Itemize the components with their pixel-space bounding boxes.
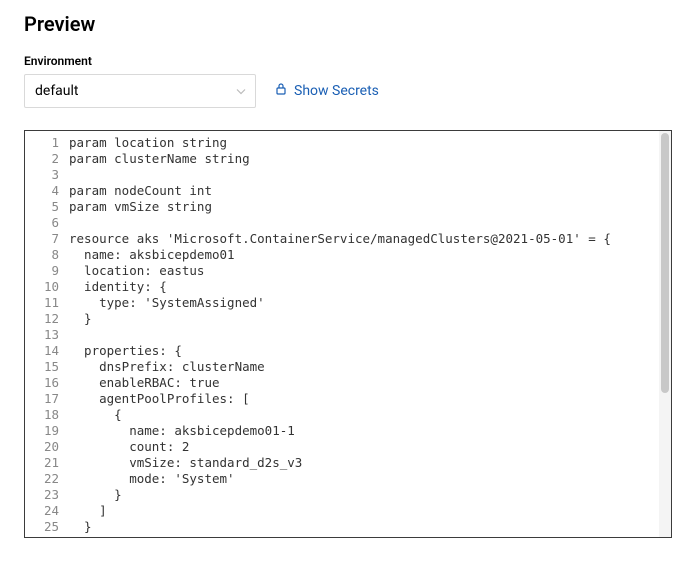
show-secrets-label: Show Secrets: [294, 83, 379, 99]
env-row: default Show Secrets: [24, 74, 672, 108]
line-number: 19: [29, 423, 59, 439]
line-number: 11: [29, 295, 59, 311]
vertical-scrollbar[interactable]: [659, 131, 671, 537]
line-number: 1: [29, 135, 59, 151]
scrollbar-thumb[interactable]: [661, 133, 669, 393]
line-number: 12: [29, 311, 59, 327]
line-number: 9: [29, 263, 59, 279]
line-number: 8: [29, 247, 59, 263]
line-number: 7: [29, 231, 59, 247]
line-number: 22: [29, 471, 59, 487]
line-number: 14: [29, 343, 59, 359]
line-number: 25: [29, 519, 59, 535]
environment-select-value: default: [24, 74, 256, 108]
line-number: 16: [29, 375, 59, 391]
code-scroll: 1234567891011121314151617181920212223242…: [25, 131, 659, 537]
line-number: 4: [29, 183, 59, 199]
line-number: 6: [29, 215, 59, 231]
show-secrets-button[interactable]: Show Secrets: [274, 82, 379, 100]
lock-icon: [274, 82, 288, 100]
line-number: 26: [29, 535, 59, 537]
line-number: 15: [29, 359, 59, 375]
line-number: 20: [29, 439, 59, 455]
line-gutter: 1234567891011121314151617181920212223242…: [25, 131, 65, 537]
code-editor[interactable]: 1234567891011121314151617181920212223242…: [24, 130, 672, 538]
line-number: 17: [29, 391, 59, 407]
environment-select[interactable]: default: [24, 74, 256, 108]
line-number: 5: [29, 199, 59, 215]
code-content: param location string param clusterName …: [65, 131, 659, 537]
line-number: 24: [29, 503, 59, 519]
line-number: 21: [29, 455, 59, 471]
line-number: 13: [29, 327, 59, 343]
line-number: 2: [29, 151, 59, 167]
line-number: 10: [29, 279, 59, 295]
environment-label: Environment: [24, 54, 672, 68]
line-number: 18: [29, 407, 59, 423]
line-number: 3: [29, 167, 59, 183]
line-number: 23: [29, 487, 59, 503]
page-title: Preview: [24, 12, 672, 36]
